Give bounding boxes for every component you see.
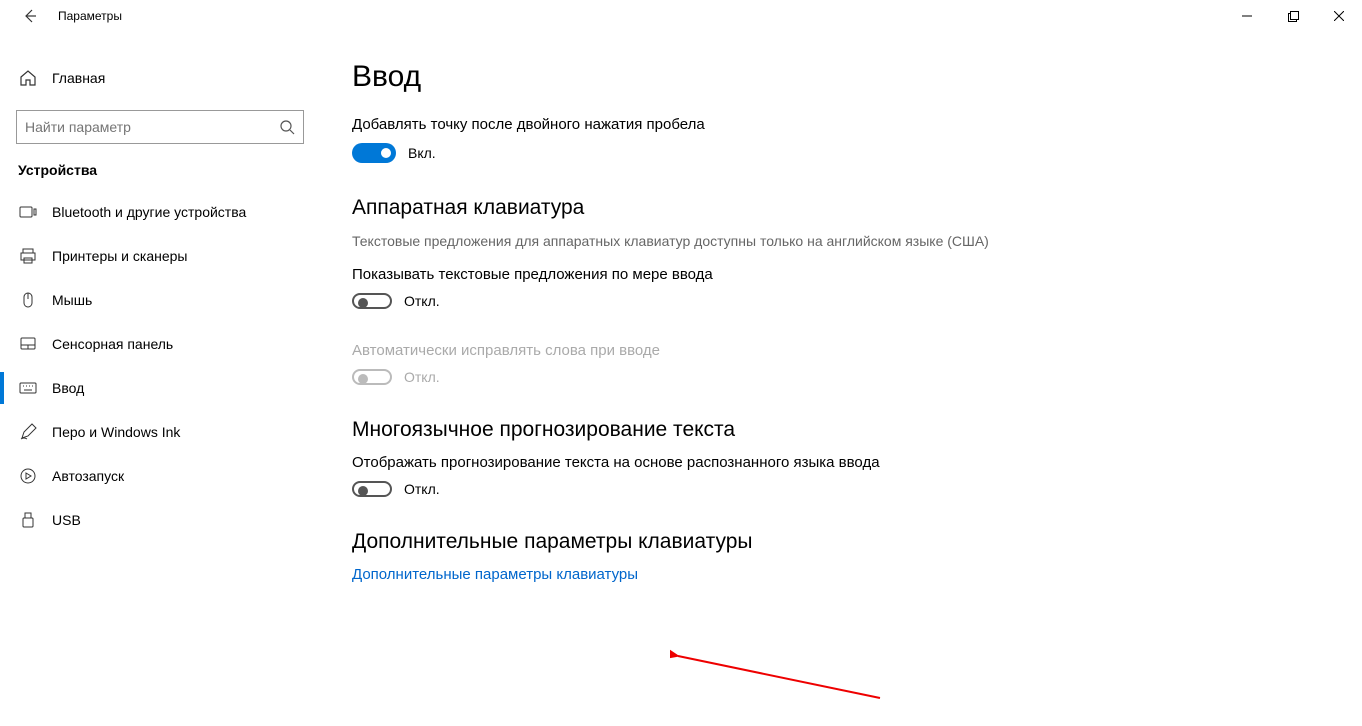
sidebar-item-label: Сенсорная панель (52, 336, 173, 352)
usb-icon (18, 510, 38, 530)
sidebar-item-label: Автозапуск (52, 468, 124, 484)
mouse-icon (18, 290, 38, 310)
autocorrect-label: Автоматически исправлять слова при вводе (352, 342, 912, 359)
advanced-keyboard-link[interactable]: Дополнительные параметры клавиатуры (352, 566, 1322, 583)
sidebar-item-bluetooth[interactable]: Bluetooth и другие устройства (0, 190, 320, 234)
toggle-state-text: Откл. (404, 481, 440, 497)
minimize-button[interactable] (1224, 0, 1270, 32)
suggestions-label: Показывать текстовые предложения по мере… (352, 266, 912, 283)
sidebar-item-label: Ввод (52, 380, 84, 396)
sidebar-item-autoplay[interactable]: Автозапуск (0, 454, 320, 498)
sidebar-item-label: Мышь (52, 292, 92, 308)
touchpad-icon (18, 334, 38, 354)
multilang-title: Многоязычное прогнозирование текста (352, 418, 1322, 442)
titlebar: Параметры (0, 0, 1362, 32)
sidebar: Главная Устройства Bluetooth и другие ус… (0, 32, 320, 726)
maximize-button[interactable] (1270, 0, 1316, 32)
sidebar-item-label: Перо и Windows Ink (52, 424, 180, 440)
sidebar-item-mouse[interactable]: Мышь (0, 278, 320, 322)
advanced-title: Дополнительные параметры клавиатуры (352, 530, 1322, 554)
toggle-state-text: Откл. (404, 369, 440, 385)
sidebar-item-typing[interactable]: Ввод (0, 366, 320, 410)
keyboard-icon (18, 378, 38, 398)
back-button[interactable] (18, 4, 42, 28)
autoplay-icon (18, 466, 38, 486)
toggle-state-text: Вкл. (408, 145, 436, 161)
window-controls (1224, 0, 1362, 32)
sidebar-item-label: Bluetooth и другие устройства (52, 204, 246, 220)
double-space-label: Добавлять точку после двойного нажатия п… (352, 116, 912, 133)
sidebar-category: Устройства (0, 162, 320, 190)
sidebar-item-label: Принтеры и сканеры (52, 248, 187, 264)
window-title: Параметры (58, 9, 122, 23)
sidebar-item-label: USB (52, 512, 81, 528)
sidebar-home-label: Главная (52, 70, 105, 86)
sidebar-item-printers[interactable]: Принтеры и сканеры (0, 234, 320, 278)
sidebar-home[interactable]: Главная (0, 56, 320, 100)
close-button[interactable] (1316, 0, 1362, 32)
autocorrect-toggle: Откл. (352, 369, 440, 385)
page-title: Ввод (352, 60, 1322, 94)
search-input[interactable] (25, 119, 279, 135)
double-space-toggle[interactable]: Вкл. (352, 143, 436, 163)
search-icon (279, 119, 295, 135)
printer-icon (18, 246, 38, 266)
sidebar-item-touchpad[interactable]: Сенсорная панель (0, 322, 320, 366)
home-icon (18, 68, 38, 88)
multilang-desc: Отображать прогнозирование текста на осн… (352, 454, 912, 471)
hw-keyboard-title: Аппаратная клавиатура (352, 196, 1322, 220)
search-box[interactable] (16, 110, 304, 144)
hw-keyboard-desc: Текстовые предложения для аппаратных кла… (352, 232, 1322, 252)
toggle-state-text: Откл. (404, 293, 440, 309)
suggestions-toggle[interactable]: Откл. (352, 293, 440, 309)
pen-icon (18, 422, 38, 442)
bluetooth-icon (18, 202, 38, 222)
sidebar-item-usb[interactable]: USB (0, 498, 320, 542)
main-content: Ввод Добавлять точку после двойного нажа… (320, 32, 1362, 726)
multilang-toggle[interactable]: Откл. (352, 481, 440, 497)
sidebar-item-pen[interactable]: Перо и Windows Ink (0, 410, 320, 454)
